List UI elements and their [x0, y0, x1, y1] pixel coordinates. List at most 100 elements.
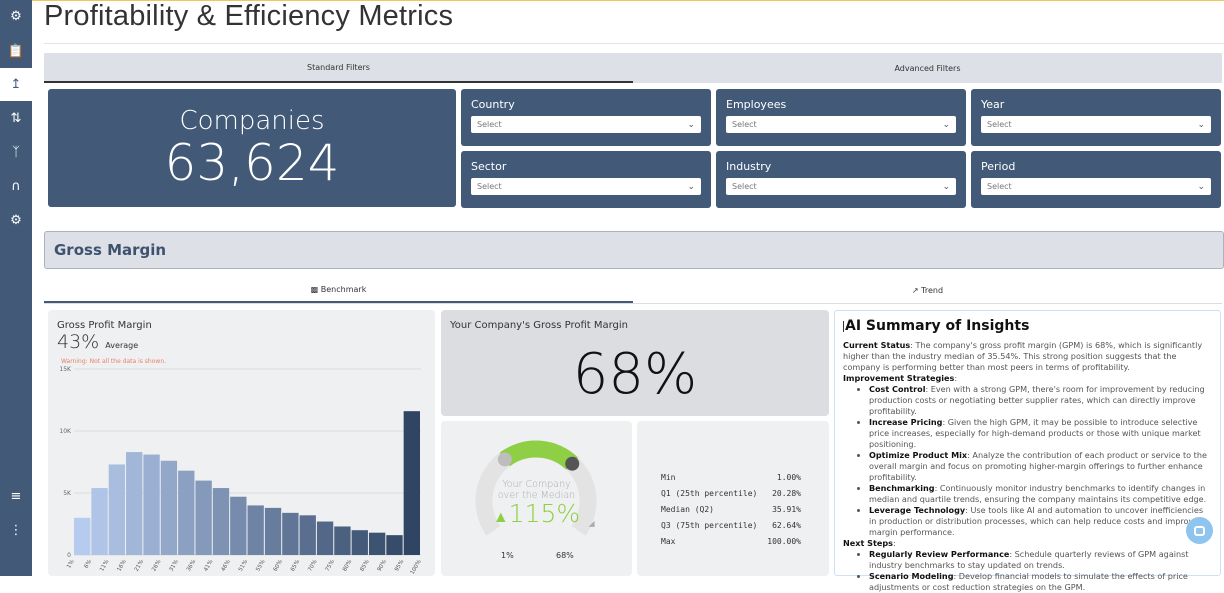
histogram-bar[interactable]	[126, 452, 143, 555]
y-tick-label: 0	[67, 552, 71, 559]
histogram-bar[interactable]	[403, 411, 420, 555]
filter-year: Year Select ⌄	[971, 89, 1221, 146]
gauge-company-label: 68%	[556, 551, 574, 560]
stat-row: Q1 (25th percentile) 20.28%	[661, 489, 801, 498]
clipboard-chart-icon[interactable]: 📋	[0, 35, 32, 68]
histogram-bar[interactable]	[386, 535, 403, 555]
tab-standard-filters[interactable]: Standard Filters	[44, 53, 633, 83]
histogram-bar[interactable]	[351, 530, 368, 555]
histogram-bar[interactable]	[299, 515, 316, 555]
histogram-bar[interactable]	[247, 505, 264, 555]
stat-label: Q1 (25th percentile)	[661, 489, 758, 498]
stat-label: Max	[661, 537, 676, 546]
histogram-bar[interactable]	[368, 532, 386, 555]
x-tick-label: 36%	[186, 559, 197, 573]
histogram-bar[interactable]	[212, 488, 230, 555]
divider	[44, 43, 1224, 44]
x-tick-label: 41%	[203, 559, 214, 573]
select-value: Select	[987, 120, 1012, 129]
filter-select[interactable]: Select ⌄	[981, 178, 1211, 195]
y-tick-label: 15K	[59, 366, 72, 373]
histogram-bar[interactable]	[108, 464, 126, 555]
filter-tabs: Standard Filters Advanced Filters	[44, 53, 1222, 83]
gears-icon[interactable]: ⚙	[0, 204, 32, 237]
select-value: Select	[987, 182, 1012, 191]
insight-item: Increase Pricing: Given the high GPM, it…	[869, 417, 1212, 450]
chevron-down-icon: ⌄	[687, 119, 695, 130]
histogram-bar[interactable]	[230, 496, 247, 555]
insight-item: Cost Control: Even with a strong GPM, th…	[869, 384, 1212, 417]
up-arrow-icon: ▲	[492, 507, 509, 526]
filter-select[interactable]: Select ⌄	[981, 116, 1211, 133]
x-tick-label: 80%	[342, 559, 353, 573]
stats-panel: Min 1.00% Q1 (25th percentile) 20.28% Median…	[637, 421, 829, 576]
filter-select[interactable]: Select ⌄	[726, 116, 956, 133]
chevron-down-icon: ⌄	[687, 181, 695, 192]
filter-select[interactable]: Select ⌄	[471, 116, 701, 133]
stat-label: Median (Q2)	[661, 505, 714, 514]
companies-count: 63,624	[164, 134, 340, 192]
gauge-min-label: 1%	[501, 551, 514, 560]
x-tick-label: 95%	[394, 559, 405, 573]
robot-icon[interactable]: ⚙	[0, 0, 32, 33]
tab-benchmark[interactable]: ▩ Benchmark	[44, 278, 633, 303]
histogram-bar[interactable]	[143, 454, 160, 555]
tab-trend[interactable]: ↗ Trend	[633, 278, 1222, 303]
median-marker	[497, 452, 512, 467]
x-tick-label: 11%	[99, 559, 110, 573]
chat-button[interactable]	[1186, 517, 1213, 544]
ai-summary-title: AI Summary of Insights	[843, 319, 1212, 333]
gauge-label-1: Your Company	[502, 479, 571, 490]
histogram-bar[interactable]	[334, 526, 351, 555]
select-value: Select	[477, 182, 502, 191]
stat-value: 1.00%	[776, 473, 801, 482]
more-vertical-icon[interactable]: ⋮	[0, 514, 32, 547]
sliders-chart-icon[interactable]: ⇅	[0, 102, 32, 135]
insight-item: Regularly Review Performance: Schedule q…	[869, 549, 1212, 571]
x-tick-label: 51%	[238, 559, 249, 573]
histogram-bar[interactable]	[178, 470, 195, 555]
select-value: Select	[732, 120, 757, 129]
filter-select[interactable]: Select ⌄	[726, 178, 956, 195]
bar-chart-icon: ▩	[310, 285, 321, 294]
insight-item: Benchmarking: Continuously monitor indus…	[869, 483, 1212, 505]
filter-country: Country Select ⌄	[461, 89, 711, 146]
next-steps-heading: Next Steps:	[843, 538, 896, 548]
x-tick-label: 21%	[134, 559, 145, 573]
x-tick-label: 70%	[307, 559, 318, 573]
filter-label: Industry	[726, 160, 772, 173]
chevron-down-icon: ⌄	[1197, 119, 1205, 130]
histogram-bar[interactable]	[316, 521, 334, 555]
histogram-bar[interactable]	[160, 460, 178, 555]
line-chart-icon[interactable]: ↥	[0, 68, 32, 101]
chevron-down-icon: ⌄	[942, 181, 950, 192]
tab-label: Benchmark	[320, 285, 367, 294]
stat-row: Max 100.00%	[661, 537, 801, 546]
stat-value: 35.91%	[772, 505, 801, 514]
x-tick-label: 85%	[359, 559, 370, 573]
improvement-heading: Improvement Strategies:	[843, 373, 958, 383]
filter-settings-icon[interactable]: ≡	[0, 480, 32, 513]
current-status: Current Status: The company's gross prof…	[843, 340, 1203, 372]
tab-label: Trend	[921, 286, 944, 295]
filter-industry: Industry Select ⌄	[716, 151, 966, 208]
select-value: Select	[477, 120, 502, 129]
filter-label: Year	[981, 98, 1005, 111]
histogram-bar[interactable]	[74, 517, 91, 555]
x-tick-label: 60%	[273, 559, 284, 573]
histogram-bar[interactable]	[91, 488, 108, 555]
histogram-bar[interactable]	[264, 507, 282, 555]
stat-row: Min 1.00%	[661, 473, 801, 482]
histogram-bar[interactable]	[282, 512, 299, 555]
company-gpm-value: 68%	[572, 342, 698, 407]
bell-curve-icon[interactable]: ∩	[0, 170, 32, 203]
company-marker	[565, 456, 580, 471]
stat-value: 100.00%	[767, 537, 801, 546]
insight-item: Leverage Technology: Use tools like AI a…	[869, 505, 1212, 538]
histogram-bar[interactable]	[195, 480, 212, 555]
network-icon[interactable]: ᛉ	[0, 136, 32, 169]
filter-select[interactable]: Select ⌄	[471, 178, 701, 195]
company-gpm-panel: Your Company's Gross Profit Margin 68%	[441, 310, 829, 416]
tab-advanced-filters[interactable]: Advanced Filters	[633, 53, 1222, 83]
stat-value: 62.64%	[772, 521, 801, 530]
